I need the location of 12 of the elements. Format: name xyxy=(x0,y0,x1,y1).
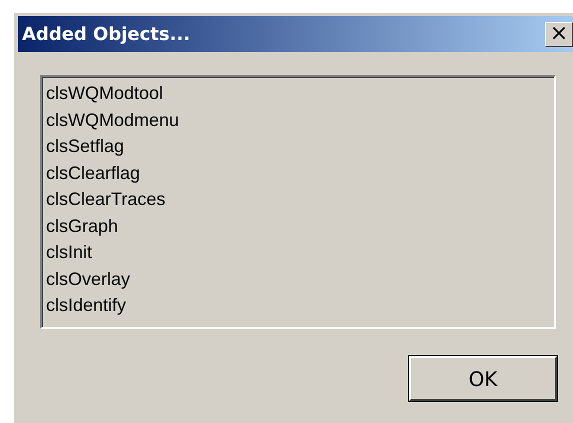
list-item[interactable]: clsClearflag xyxy=(46,160,140,186)
close-button[interactable]: × xyxy=(545,22,573,46)
list-item[interactable]: clsIdentify xyxy=(46,292,126,318)
list-item[interactable]: clsSetflag xyxy=(46,133,124,160)
ok-button[interactable]: OK xyxy=(409,356,557,401)
list-item[interactable]: clsWQModmenu xyxy=(46,106,180,133)
list-item[interactable]: clsGraph xyxy=(46,212,118,239)
list-item[interactable]: clsWQModtool xyxy=(46,80,164,106)
list-item[interactable]: clsClearTraces xyxy=(46,186,166,212)
window-title: Added Objects... xyxy=(22,24,190,44)
list-item[interactable]: clsOverlay xyxy=(46,266,130,292)
list-item[interactable]: clsInit xyxy=(46,239,92,266)
